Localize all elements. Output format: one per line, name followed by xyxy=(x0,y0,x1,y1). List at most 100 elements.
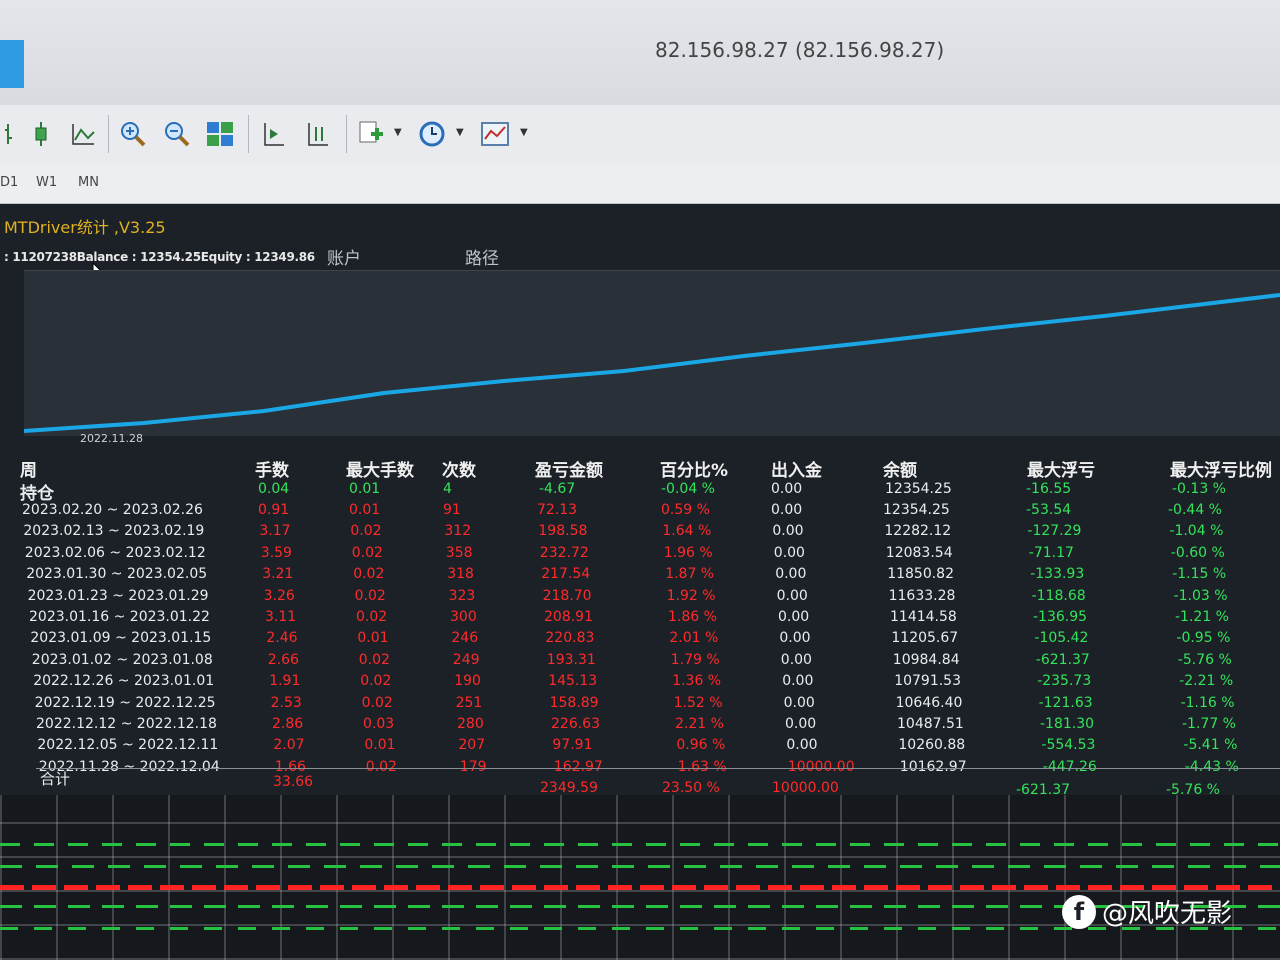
row-max-drawdown: -554.53 xyxy=(1041,737,1096,754)
total-label: 合计 xyxy=(40,770,71,788)
row-balance: 12354.25 xyxy=(883,502,950,518)
row-balance: 11633.28 xyxy=(888,587,956,604)
indicator-title: MTDriver统计 ,V3.25 xyxy=(4,218,166,237)
row-deposit: 0.00 xyxy=(778,609,810,625)
templates-icon[interactable] xyxy=(480,119,510,149)
row-trades: 358 xyxy=(445,544,473,561)
new-indicator-icon[interactable] xyxy=(356,119,386,149)
chevron-down-icon[interactable]: ▼ xyxy=(520,127,528,138)
row-percent: 0.59 % xyxy=(661,502,710,518)
row-max-lots: 0.02 xyxy=(350,523,382,540)
row-max-lots: 0.03 xyxy=(363,716,395,732)
header-max-drawdown: 最大浮亏 xyxy=(1027,461,1095,481)
row-balance: 10487.51 xyxy=(897,716,964,732)
grid-level-line xyxy=(0,885,1280,890)
chevron-down-icon[interactable]: ▼ xyxy=(456,127,464,138)
timeframe-w1[interactable]: W1 xyxy=(36,175,57,190)
holding-trades: 4 xyxy=(443,481,452,497)
row-deposit: 0.00 xyxy=(772,523,804,540)
price-chart-area xyxy=(0,795,1280,960)
header-max-lots: 最大手数 xyxy=(346,461,414,481)
row-lots: 0.91 xyxy=(258,502,290,518)
row-trades: 280 xyxy=(457,716,484,732)
row-deposit: 0.00 xyxy=(780,651,812,668)
row-max-drawdown-pct: -0.95 % xyxy=(1176,630,1231,647)
row-max-drawdown: -121.63 xyxy=(1038,694,1093,711)
header-balance: 余额 xyxy=(883,461,917,481)
total-percent: 23.50 % xyxy=(662,780,720,796)
header-trades: 次数 xyxy=(442,461,476,481)
chart-date-label: 2022.11.28 xyxy=(80,432,143,445)
holding-deposit: 0.00 xyxy=(771,481,803,497)
toolbar-separator xyxy=(346,115,347,153)
row-trades: 323 xyxy=(448,587,476,604)
row-max-lots: 0.02 xyxy=(356,609,388,625)
row-max-drawdown-pct: -1.04 % xyxy=(1169,523,1224,540)
header-percent: 百分比% xyxy=(660,461,729,481)
timeframe-mn[interactable]: MN xyxy=(78,175,99,190)
row-max-lots: 0.01 xyxy=(349,502,381,518)
row-week: 2023.01.30 ~ 2023.02.05 xyxy=(26,566,208,583)
tab-path[interactable]: 路径 xyxy=(465,244,499,269)
row-max-lots: 0.02 xyxy=(365,758,397,775)
tile-windows-icon[interactable] xyxy=(205,119,235,149)
total-deposit: 10000.00 xyxy=(772,780,839,796)
header-week: 周 xyxy=(20,461,37,481)
row-profit: 226.63 xyxy=(551,716,600,732)
clock-icon[interactable] xyxy=(417,119,447,149)
header-lots: 手数 xyxy=(255,461,289,481)
row-profit: 158.89 xyxy=(549,694,599,711)
row-percent: 1.92 % xyxy=(666,587,716,604)
row-max-lots: 0.02 xyxy=(354,587,386,604)
row-trades: 312 xyxy=(444,523,472,540)
row-max-drawdown: -53.54 xyxy=(1026,502,1072,518)
row-week: 2023.01.09 ~ 2023.01.15 xyxy=(30,630,212,647)
row-balance: 10260.88 xyxy=(898,737,966,754)
autoscroll-icon[interactable] xyxy=(302,119,332,149)
row-balance: 11205.67 xyxy=(891,630,959,647)
row-lots: 3.21 xyxy=(262,566,294,583)
zoom-in-icon[interactable] xyxy=(118,119,148,149)
row-max-drawdown: -136.95 xyxy=(1033,609,1088,625)
window-titlebar: 82.156.98.27 (82.156.98.27) xyxy=(0,0,1280,106)
row-lots: 1.66 xyxy=(274,758,306,775)
chart-shift-icon[interactable] xyxy=(258,119,288,149)
row-trades: 246 xyxy=(451,630,479,647)
row-percent: 1.36 % xyxy=(672,673,722,690)
row-percent: 2.21 % xyxy=(675,716,724,732)
row-lots: 3.26 xyxy=(263,587,295,604)
tab-account[interactable]: 账户 xyxy=(327,244,361,269)
row-trades: 207 xyxy=(458,737,486,754)
row-max-drawdown-pct: -4.43 % xyxy=(1184,758,1239,775)
holding-percent: -0.04 % xyxy=(661,481,715,497)
total-lots: 33.66 xyxy=(273,774,314,790)
row-profit: 145.13 xyxy=(548,673,598,690)
row-week: 2023.02.20 ~ 2023.02.26 xyxy=(22,502,203,518)
toolbar-separator xyxy=(248,115,249,153)
chevron-down-icon[interactable]: ▼ xyxy=(394,127,402,138)
row-week: 2023.01.02 ~ 2023.01.08 xyxy=(31,651,213,668)
row-max-lots: 0.02 xyxy=(360,673,392,690)
row-max-drawdown: -181.30 xyxy=(1040,716,1095,732)
row-deposit: 0.00 xyxy=(782,673,814,690)
account-info-bar: : 11207238Balance : 12354.25Equity : 123… xyxy=(0,240,1280,270)
zoom-out-icon[interactable] xyxy=(162,119,192,149)
row-balance: 12083.54 xyxy=(885,544,953,561)
row-trades: 300 xyxy=(450,609,477,625)
row-percent: 2.01 % xyxy=(669,630,719,647)
row-lots: 2.53 xyxy=(270,694,302,711)
row-max-drawdown-pct: -1.15 % xyxy=(1172,566,1227,583)
row-deposit: 0.00 xyxy=(783,694,815,711)
candlestick-icon[interactable] xyxy=(26,119,56,149)
toolbar-separator xyxy=(108,115,109,153)
account-info-text: : 11207238Balance : 12354.25Equity : 123… xyxy=(4,250,315,264)
timeframe-d1[interactable]: D1 xyxy=(0,175,18,190)
row-percent: 1.86 % xyxy=(668,609,717,625)
row-balance: 10162.97 xyxy=(899,758,967,775)
holding-profit: -4.67 xyxy=(539,481,576,497)
line-chart-icon[interactable] xyxy=(68,119,98,149)
row-trades: 251 xyxy=(455,694,483,711)
row-lots: 2.86 xyxy=(272,716,304,732)
row-lots: 3.11 xyxy=(265,609,297,625)
row-deposit: 0.00 xyxy=(785,716,817,732)
